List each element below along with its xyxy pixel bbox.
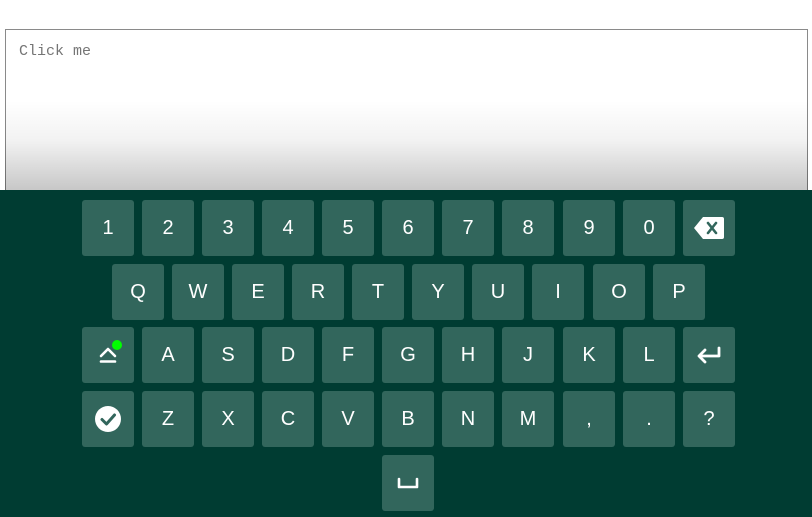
key-x[interactable]: X: [202, 391, 254, 447]
space-key[interactable]: [382, 455, 434, 511]
key-o[interactable]: O: [593, 264, 645, 320]
key-2[interactable]: 2: [142, 200, 194, 256]
key-period[interactable]: .: [623, 391, 675, 447]
enter-key[interactable]: [683, 327, 735, 383]
key-k[interactable]: K: [563, 327, 615, 383]
key-comma[interactable]: ,: [563, 391, 615, 447]
key-f[interactable]: F: [322, 327, 374, 383]
key-p[interactable]: P: [653, 264, 705, 320]
key-9[interactable]: 9: [563, 200, 615, 256]
key-3[interactable]: 3: [202, 200, 254, 256]
done-key[interactable]: [82, 391, 134, 447]
key-q[interactable]: Q: [112, 264, 164, 320]
key-g[interactable]: G: [382, 327, 434, 383]
key-r[interactable]: R: [292, 264, 344, 320]
key-w[interactable]: W: [172, 264, 224, 320]
key-c[interactable]: C: [262, 391, 314, 447]
key-t[interactable]: T: [352, 264, 404, 320]
key-6[interactable]: 6: [382, 200, 434, 256]
key-i[interactable]: I: [532, 264, 584, 320]
virtual-keyboard: 1 2 3 4 5 6 7 8 9 0 Q W E R T Y U I O P: [0, 190, 812, 517]
key-0[interactable]: 0: [623, 200, 675, 256]
key-u[interactable]: U: [472, 264, 524, 320]
space-icon: [397, 477, 419, 489]
checkmark-icon: [95, 406, 121, 432]
text-input[interactable]: [5, 29, 808, 199]
key-4[interactable]: 4: [262, 200, 314, 256]
key-d[interactable]: D: [262, 327, 314, 383]
key-b[interactable]: B: [382, 391, 434, 447]
key-e[interactable]: E: [232, 264, 284, 320]
key-7[interactable]: 7: [442, 200, 494, 256]
key-1[interactable]: 1: [82, 200, 134, 256]
key-h[interactable]: H: [442, 327, 494, 383]
backspace-key[interactable]: [683, 200, 735, 256]
key-j[interactable]: J: [502, 327, 554, 383]
shift-key[interactable]: [82, 327, 134, 383]
key-z[interactable]: Z: [142, 391, 194, 447]
shift-indicator: [112, 340, 122, 350]
key-l[interactable]: L: [623, 327, 675, 383]
key-m[interactable]: M: [502, 391, 554, 447]
key-question-mark[interactable]: ?: [683, 391, 735, 447]
key-y[interactable]: Y: [412, 264, 464, 320]
backspace-icon: [694, 217, 724, 239]
key-s[interactable]: S: [202, 327, 254, 383]
enter-icon: [697, 346, 721, 364]
key-5[interactable]: 5: [322, 200, 374, 256]
key-n[interactable]: N: [442, 391, 494, 447]
page: 1 2 3 4 5 6 7 8 9 0 Q W E R T Y U I O P: [0, 0, 812, 517]
key-8[interactable]: 8: [502, 200, 554, 256]
key-a[interactable]: A: [142, 327, 194, 383]
key-v[interactable]: V: [322, 391, 374, 447]
